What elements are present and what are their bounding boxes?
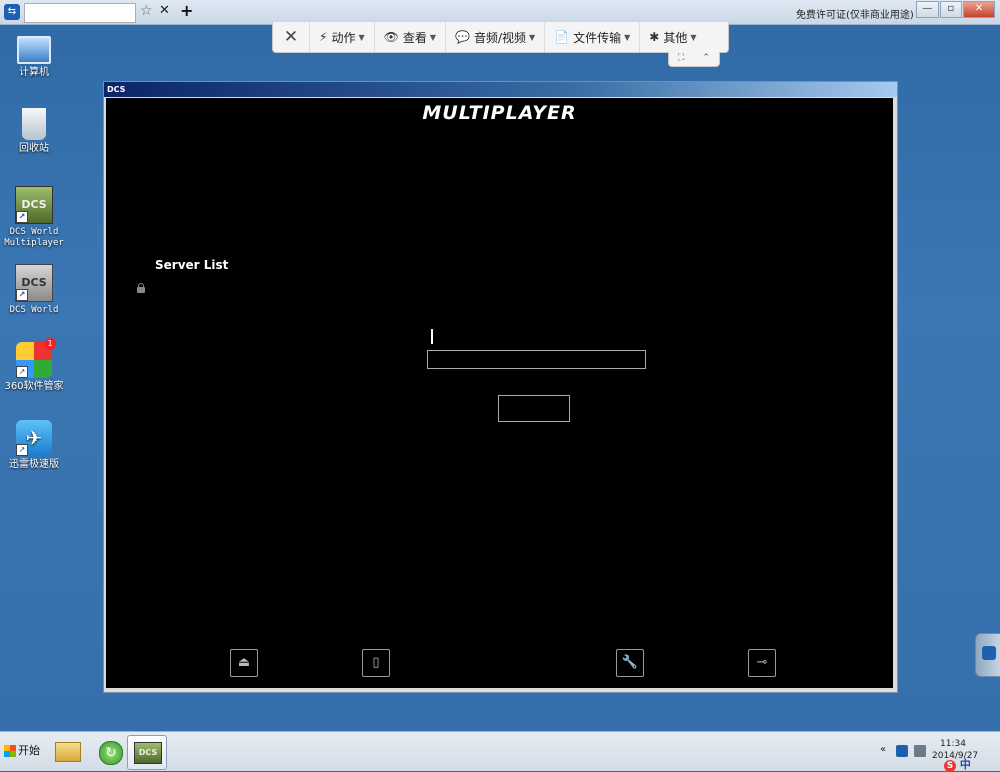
desktop-icon-360[interactable]: 1 ↗ 360软件管家 <box>2 338 66 392</box>
tray-expand-icon[interactable]: « <box>880 744 886 755</box>
dcs-logo-icon: DCS ↗ <box>15 186 53 224</box>
360-software-icon: 1 ↗ <box>16 338 56 378</box>
dcs-logo-icon: DCS <box>134 742 162 764</box>
taskbar-360-update[interactable]: ↻ <box>91 735 129 768</box>
connect-icon[interactable]: ⊸ <box>748 649 776 677</box>
end-session-button[interactable]: ✕ <box>273 27 309 47</box>
license-text: 免费许可证(仅非商业用途) <box>796 10 914 21</box>
teamviewer-icon <box>982 646 996 660</box>
dcs-window-title: DCS <box>104 82 897 97</box>
close-window-button[interactable]: ✕ <box>963 1 995 18</box>
puzzle-icon: ✱ <box>649 30 660 44</box>
lightning-icon: ⚡ <box>319 30 328 44</box>
toolbar-subbar: ⛶ ⌃ <box>668 52 720 67</box>
desktop-icon-computer[interactable]: 计算机 <box>2 32 66 78</box>
toolbar-file-transfer-label: 文件传输 <box>573 30 622 45</box>
server-list-label[interactable]: Server List <box>155 258 228 272</box>
toolbar-actions[interactable]: ⚡ 动作 ▼ <box>309 22 374 52</box>
desktop-icon-dcs-world[interactable]: DCS ↗ DCS World <box>2 264 66 316</box>
desktop-icon-label: DCS World <box>9 305 59 315</box>
taskbar: 开始 ↻ DCS « 11:34 2014/9/27 <box>0 731 1000 771</box>
dropdown-arrow-icon: ▼ <box>624 32 631 42</box>
dialog-ok-button[interactable] <box>498 395 570 422</box>
teamviewer-icon: ⇆ <box>4 4 20 20</box>
dcs-window: DCS MULTIPLAYER Server List ⏏ ▯ 🔧 ⊸ <box>103 81 898 693</box>
shortcut-arrow-icon: ↗ <box>16 444 28 456</box>
start-label: 开始 <box>18 744 40 757</box>
page-title: MULTIPLAYER <box>422 102 577 124</box>
desktop-icon-label: 计算机 <box>19 67 49 78</box>
shortcut-arrow-icon: ↗ <box>16 211 28 223</box>
computer-icon <box>17 36 51 64</box>
windows-logo-icon <box>4 745 16 757</box>
desktop-icon-xunlei[interactable]: ✈ ↗ 迅雷极速版 <box>2 420 66 470</box>
toolbar-audio-video-label: 音频/视频 <box>473 30 527 45</box>
dropdown-arrow-icon: ▼ <box>358 32 365 42</box>
desktop-icon-label: 迅雷极速版 <box>9 459 59 470</box>
ime-indicator[interactable]: S 中 <box>944 756 1000 772</box>
file-icon: 📄 <box>554 30 570 44</box>
teamviewer-side-panel-handle[interactable] <box>975 633 1000 677</box>
folder-icon <box>55 742 81 762</box>
sogou-icon: S <box>944 760 956 772</box>
desktop-icon-label: 360软件管家 <box>4 381 64 392</box>
toolbar-file-transfer[interactable]: 📄 文件传输 ▼ <box>544 22 639 52</box>
notification-badge: 1 <box>44 338 56 350</box>
toolbar-other[interactable]: ✱ 其他 ▼ <box>639 22 705 52</box>
toolbar-actions-label: 动作 <box>331 30 356 45</box>
session-tab[interactable] <box>24 3 136 23</box>
eject-icon[interactable]: ⏏ <box>230 649 258 677</box>
dcs-multiplayer-screen: MULTIPLAYER Server List ⏏ ▯ 🔧 ⊸ <box>106 98 893 688</box>
network-icon[interactable] <box>914 745 926 757</box>
window-controls: — ▫ ✕ <box>916 1 996 18</box>
start-button[interactable]: 开始 <box>4 737 44 765</box>
phone-icon[interactable]: ▯ <box>362 649 390 677</box>
thunder-bird-icon: ✈ ↗ <box>16 420 52 456</box>
toolbar-audio-video[interactable]: 💬 音频/视频 ▼ <box>445 22 544 52</box>
desktop-icon-label: 回收站 <box>19 143 49 154</box>
dropdown-arrow-icon: ▼ <box>429 32 437 42</box>
dialog-input[interactable] <box>427 350 646 369</box>
favorite-star-icon[interactable]: ☆ <box>140 3 153 19</box>
toolbar-other-label: 其他 <box>663 30 688 45</box>
remote-toolbar: ✕ ⚡ 动作 ▼ 👁 查看 ▼ 💬 音频/视频 ▼ 📄 文件传输 ▼ ✱ 其他 … <box>272 22 729 53</box>
lock-icon <box>137 283 145 293</box>
teamviewer-tray-icon[interactable] <box>896 745 908 757</box>
taskbar-explorer[interactable] <box>48 735 86 768</box>
new-tab-button[interactable]: + <box>180 1 193 20</box>
ime-mode: 中 <box>959 758 971 771</box>
desktop-icon-recycle-bin[interactable]: 回收站 <box>2 108 66 154</box>
recycle-bin-icon <box>22 108 46 140</box>
chat-icon: 💬 <box>455 30 470 44</box>
dcs-logo-icon: DCS ↗ <box>15 264 53 302</box>
text-cursor <box>431 329 433 344</box>
desktop-icon-dcs-multiplayer[interactable]: DCS ↗ DCS World Multiplayer <box>2 186 66 249</box>
desktop-icon-label: DCS World Multiplayer <box>4 227 64 248</box>
restore-button[interactable]: ▫ <box>939 1 963 18</box>
eye-icon: 👁 <box>383 30 399 44</box>
shortcut-arrow-icon: ↗ <box>16 366 28 378</box>
toolbar-view-label: 查看 <box>402 30 427 45</box>
tab-close-icon[interactable]: ✕ <box>159 3 170 18</box>
fullscreen-icon[interactable]: ⛶ <box>678 52 684 66</box>
collapse-toolbar-icon[interactable]: ⌃ <box>702 52 710 66</box>
taskbar-dcs[interactable]: DCS <box>127 735 167 770</box>
toolbar-view[interactable]: 👁 查看 ▼ <box>373 22 445 52</box>
dropdown-arrow-icon: ▼ <box>529 32 536 42</box>
dropdown-arrow-icon: ▼ <box>690 32 697 42</box>
shortcut-arrow-icon: ↗ <box>16 289 28 301</box>
wrench-icon[interactable]: 🔧 <box>616 649 644 677</box>
clock-time[interactable]: 11:34 <box>940 739 966 749</box>
refresh-icon: ↻ <box>99 741 123 765</box>
minimize-button[interactable]: — <box>916 1 939 18</box>
